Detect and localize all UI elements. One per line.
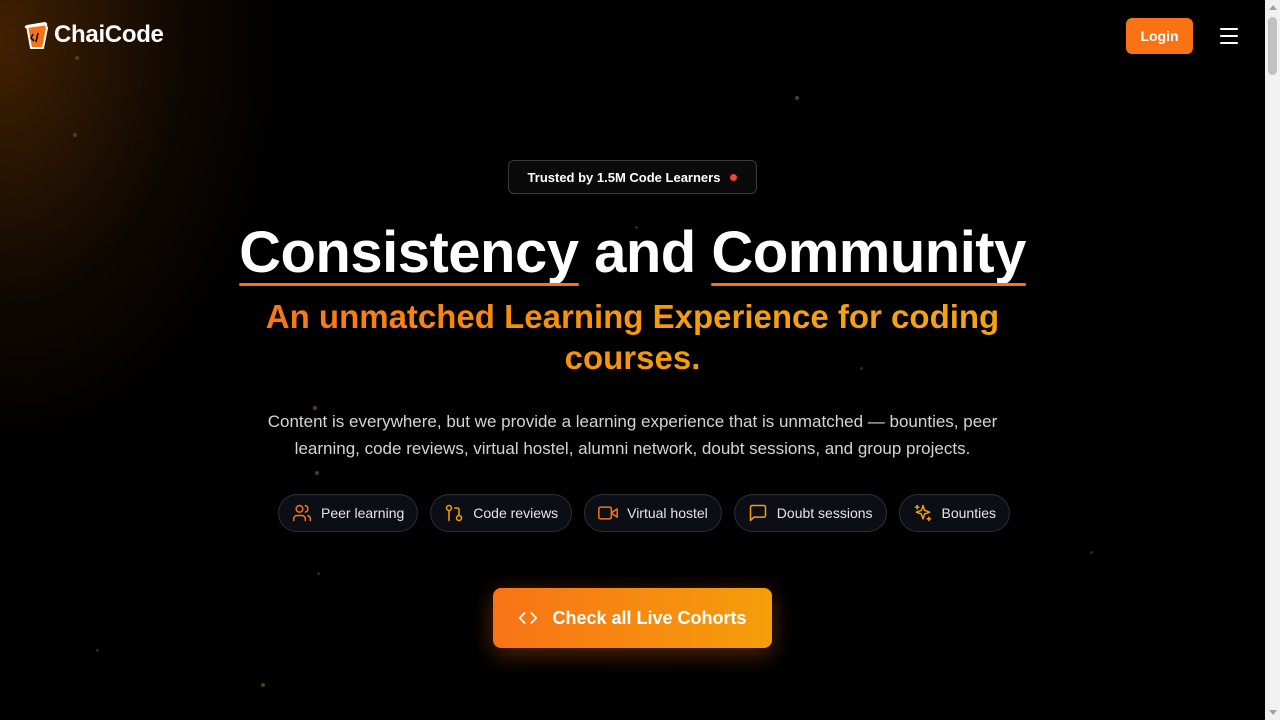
chai-cup-icon xyxy=(24,22,48,49)
sparkles-icon xyxy=(914,504,931,522)
particle xyxy=(1090,551,1093,554)
code-icon xyxy=(519,612,538,624)
brand-logo[interactable]: ChaiCode xyxy=(24,20,164,50)
feature-pill-label: Bounties xyxy=(941,505,996,521)
feature-pill-bounties[interactable]: Bounties xyxy=(898,494,1010,532)
login-button[interactable]: Login xyxy=(1126,18,1193,54)
feature-pill-label: Peer learning xyxy=(321,505,405,521)
menu-icon xyxy=(1220,35,1238,37)
git-pull-request-icon xyxy=(446,504,463,522)
particle xyxy=(96,649,99,652)
feature-pills: Peer learning Code reviews Virtual hoste… xyxy=(278,494,1010,532)
check-live-cohorts-button[interactable]: Check all Live Cohorts xyxy=(493,588,772,648)
trusted-badge: Trusted by 1.5M Code Learners xyxy=(508,160,757,194)
particle xyxy=(315,471,319,475)
video-icon xyxy=(598,506,619,520)
subheadline: An unmatched Learning Experience for cod… xyxy=(230,296,1035,378)
menu-icon xyxy=(1220,42,1238,44)
headline-word-consistency: Consistency xyxy=(239,218,579,288)
feature-pill-code-reviews[interactable]: Code reviews xyxy=(430,494,573,532)
feature-pill-label: Doubt sessions xyxy=(776,505,873,521)
hamburger-menu-button[interactable] xyxy=(1216,24,1242,48)
badge-text: Trusted by 1.5M Code Learners xyxy=(527,169,721,185)
scrollbar-thumb[interactable] xyxy=(1268,17,1277,75)
message-square-icon xyxy=(749,504,767,522)
particle xyxy=(795,96,799,100)
feature-pill-peer-learning[interactable]: Peer learning xyxy=(278,494,419,532)
live-dot-icon xyxy=(730,173,738,181)
feature-pill-virtual-hostel[interactable]: Virtual hostel xyxy=(584,494,722,532)
feature-pill-label: Code reviews xyxy=(473,505,559,521)
scroll-down-arrow-icon[interactable] xyxy=(1269,710,1277,715)
hero-description: Content is everywhere, but we provide a … xyxy=(267,412,998,458)
headline-word-community: Community xyxy=(711,218,1026,288)
menu-icon xyxy=(1220,28,1238,30)
users-icon xyxy=(292,504,312,522)
particle xyxy=(73,133,77,137)
particle xyxy=(317,572,320,575)
vertical-scrollbar[interactable] xyxy=(1265,0,1280,720)
cta-label: Check all Live Cohorts xyxy=(552,607,747,628)
feature-pill-label: Virtual hostel xyxy=(627,505,708,521)
scroll-up-arrow-icon[interactable] xyxy=(1269,5,1277,10)
feature-pill-doubt-sessions[interactable]: Doubt sessions xyxy=(733,494,887,532)
particle xyxy=(261,683,265,687)
brand-name: ChaiCode xyxy=(54,21,164,48)
page-title: Consistency and Community xyxy=(0,218,1265,288)
particle xyxy=(75,56,79,60)
headline-connector: and xyxy=(594,220,696,285)
